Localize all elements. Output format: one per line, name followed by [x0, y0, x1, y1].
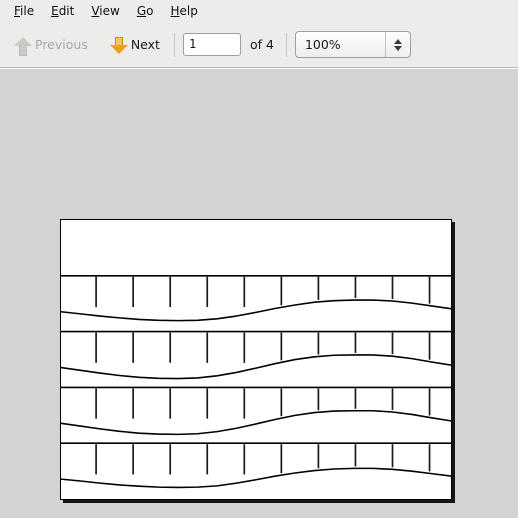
- chart-curve-4: [61, 467, 451, 489]
- menubar: File Edit View Go Help: [0, 0, 518, 22]
- chevron-up-icon[interactable]: [393, 38, 402, 44]
- document-page: [60, 219, 452, 500]
- arrow-up-icon: [14, 34, 32, 56]
- menu-item-edit[interactable]: Edit: [43, 2, 83, 20]
- toolbar-separator-1: [173, 32, 175, 57]
- menu-item-file-rest: ile: [20, 4, 35, 18]
- menu-item-help-rest: elp: [179, 4, 198, 18]
- zoom-combobox[interactable]: 100%: [294, 31, 411, 58]
- menu-mnemonic: H: [170, 4, 180, 18]
- zoom-value-label: 100%: [304, 37, 341, 52]
- page-count-label: of 4: [249, 37, 274, 52]
- menu-mnemonic: E: [51, 4, 59, 18]
- previous-button-label: Previous: [35, 37, 88, 52]
- document-viewer-window: File Edit View Go Help Previous Next 1 o…: [0, 0, 518, 518]
- toolbar: Previous Next 1 of 4 100%: [0, 22, 518, 68]
- chart-curve-1: [61, 299, 451, 322]
- page-number-input[interactable]: 1: [182, 33, 241, 56]
- menu-item-view[interactable]: View: [83, 2, 128, 20]
- zoom-spinner[interactable]: [384, 32, 410, 57]
- chevron-down-icon[interactable]: [393, 45, 402, 51]
- chart-tick-marks: [95, 276, 431, 475]
- menu-item-go-rest: o: [146, 4, 154, 18]
- document-viewport[interactable]: [0, 68, 518, 518]
- previous-page-button[interactable]: Previous: [8, 31, 94, 59]
- chart-curve-3: [61, 409, 451, 436]
- next-page-button[interactable]: Next: [104, 31, 166, 59]
- menu-item-go[interactable]: Go: [129, 2, 163, 20]
- menu-item-edit-rest: dit: [58, 4, 75, 18]
- chart-curve-2: [61, 354, 451, 380]
- next-button-label: Next: [130, 37, 160, 52]
- toolbar-separator-2: [285, 32, 287, 57]
- arrow-down-icon: [109, 34, 128, 56]
- page-chart: [61, 275, 451, 489]
- menu-mnemonic: G: [136, 4, 147, 18]
- menu-item-help[interactable]: Help: [162, 2, 206, 20]
- menu-item-file[interactable]: File: [6, 2, 43, 20]
- menu-item-view-rest: iew: [99, 4, 120, 18]
